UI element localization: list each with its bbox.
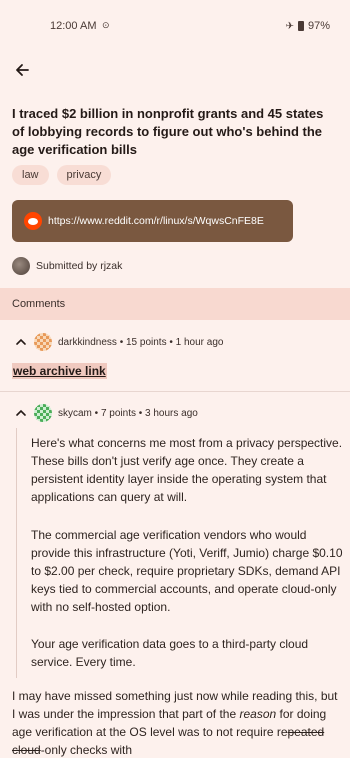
web-archive-link[interactable]: web archive link xyxy=(12,363,107,379)
tag-list: law privacy xyxy=(12,165,112,185)
status-bar: 12:00 AM ⊙ ✈ 97% xyxy=(0,0,350,52)
submitted-by-text: Submitted by rjzak xyxy=(36,260,123,272)
notification-dot-icon: ⊙ xyxy=(102,20,110,30)
chevron-up-icon xyxy=(16,409,26,416)
divider xyxy=(0,391,350,392)
comments-header: Comments xyxy=(0,288,350,320)
comment-meta: darkkindness • 15 points • 1 hour ago xyxy=(58,336,224,348)
reply-line: -only checks with xyxy=(40,743,133,757)
status-icons: ✈ 97% xyxy=(286,20,330,32)
back-button[interactable] xyxy=(8,56,36,84)
avatar[interactable] xyxy=(12,257,30,275)
battery-level: 97% xyxy=(307,20,330,32)
reply-line: was to not require re xyxy=(178,725,288,739)
comment-meta: skycam • 7 points • 3 hours ago xyxy=(58,407,198,419)
collapse-button[interactable] xyxy=(14,335,28,349)
comment-header: darkkindness • 15 points • 1 hour ago xyxy=(14,333,223,351)
tag-privacy[interactable]: privacy xyxy=(56,165,112,185)
network-icon: ✈ xyxy=(285,20,294,32)
comment-paragraph: Your age verification data goes to a thi… xyxy=(31,637,309,669)
user-identicon[interactable] xyxy=(34,333,52,351)
reply-emphasis: reason xyxy=(239,707,277,721)
link-card[interactable]: https://www.reddit.com/r/linux/s/WqwsCnF… xyxy=(12,200,293,242)
status-time: 12:00 AM xyxy=(50,20,97,32)
arrow-left-icon xyxy=(16,64,29,76)
battery-icon xyxy=(297,21,304,31)
reddit-icon xyxy=(24,212,42,230)
submitter: Submitted by rjzak xyxy=(12,257,122,275)
comment-header: skycam • 7 points • 3 hours ago xyxy=(14,404,198,422)
comment-paragraph: The commercial age verification vendors … xyxy=(31,528,343,614)
collapse-button[interactable] xyxy=(14,406,28,420)
tag-law[interactable]: law xyxy=(12,165,49,185)
app-bar xyxy=(0,52,350,92)
user-identicon[interactable] xyxy=(34,404,52,422)
post-title: I traced $2 billion in nonprofit grants … xyxy=(12,106,324,157)
comment-paragraph: Here's what concerns me most from a priv… xyxy=(31,436,343,504)
link-url: https://www.reddit.com/r/linux/s/WqwsCnF… xyxy=(48,215,264,227)
reply-text[interactable]: I may have missed something just now whi… xyxy=(12,687,342,758)
chevron-up-icon xyxy=(16,338,26,345)
